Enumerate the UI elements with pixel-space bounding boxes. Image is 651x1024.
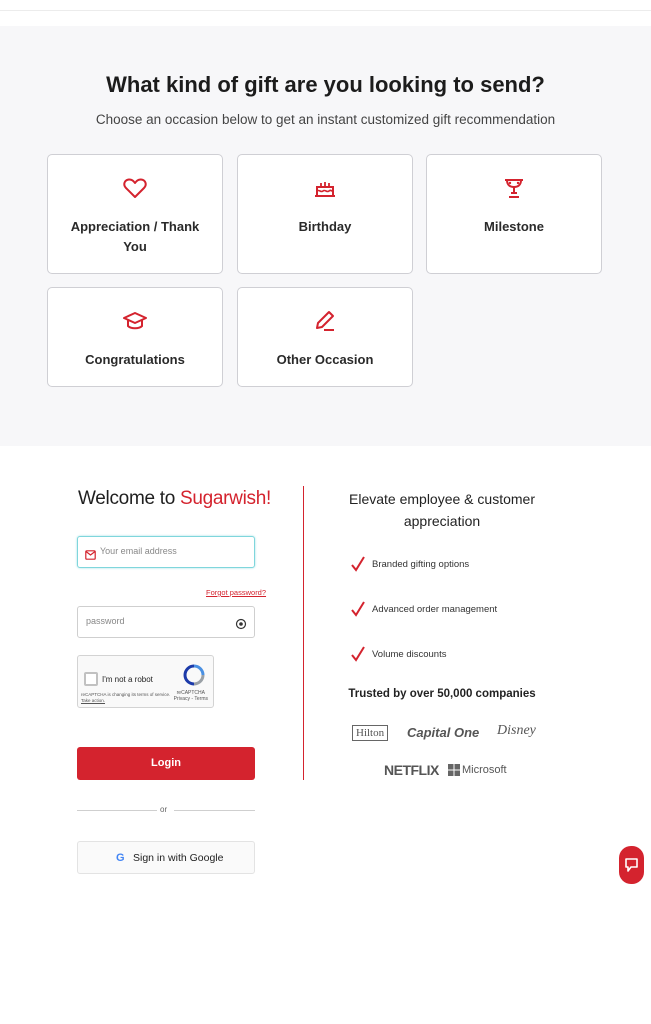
gift-section-subtitle: Choose an occasion below to get an insta… [95,112,556,127]
recaptcha-label: I'm not a robot [102,675,153,684]
gift-section-title: What kind of gift are you looking to sen… [106,72,545,97]
recaptcha-brand: reCAPTCHA Privacy - Terms [174,690,208,702]
occasion-label: Congratulations [85,352,185,367]
brand-name: Sugarwish! [179,488,271,509]
benefit-label: Advanced order management [372,604,498,615]
microsoft-logo-icon [448,763,460,776]
recaptcha-notice-text: reCAPTCHA is changing its terms of servi… [81,692,171,697]
google-signin-label: Sign in with Google [133,852,224,864]
hilton-logo: Hilton [352,725,389,741]
forgot-password-link[interactable]: Forgot password? [206,588,266,597]
vertical-divider [303,486,304,780]
promo-heading: Elevate employee & customer appreciation [349,491,535,529]
pencil-icon [238,310,412,334]
login-button[interactable]: Login [77,747,255,780]
or-divider-right [174,810,255,811]
microsoft-logo: Microsoft [462,764,507,776]
mail-icon [85,547,96,565]
recaptcha-widget: I'm not a robot reCAPTCHA is changing it… [77,655,214,708]
or-divider-left [77,810,157,811]
trusted-text: Trusted by over 50,000 companies [348,688,536,700]
recaptcha-icon [183,664,205,691]
occasion-card-congratulations[interactable]: Congratulations [47,287,223,387]
benefit-label: Branded gifting options [372,559,470,570]
password-field[interactable]: password [77,606,255,638]
checkmark-icon [351,601,365,617]
recaptcha-take-action[interactable]: Take action. [81,698,105,703]
chat-icon [624,857,639,878]
occasion-card-appreciation[interactable]: Appreciation / Thank You [47,154,223,274]
recaptcha-notice: reCAPTCHA is changing its terms of servi… [81,692,170,704]
disney-logo: Disney [497,723,536,738]
occasion-label: Other Occasion [276,352,374,367]
checkmark-icon [351,556,365,572]
checkmark-icon [351,646,365,662]
eye-icon[interactable] [235,617,247,635]
password-placeholder: password [86,616,125,626]
email-placeholder: Your email address [100,546,177,556]
occasion-card-birthday[interactable]: Birthday [237,154,413,274]
recaptcha-checkbox[interactable] [84,672,98,686]
top-nav-strip [0,0,651,11]
chat-button[interactable] [619,846,644,884]
benefit-label: Volume discounts [372,649,447,660]
google-icon: G [116,852,125,864]
netflix-logo: NETFLIX [384,762,439,778]
login-title: Welcome to Sugarwish! [78,488,271,510]
recaptcha-links[interactable]: Privacy - Terms [174,696,208,702]
graduation-cap-icon [48,310,222,334]
google-signin-button[interactable]: G Sign in with Google [77,841,255,874]
welcome-text: Welcome to [78,488,175,509]
occasion-card-other[interactable]: Other Occasion [237,287,413,387]
occasion-card-milestone[interactable]: Milestone [426,154,602,274]
cake-icon [238,177,412,201]
or-text: or [160,805,168,814]
occasion-label: Appreciation / Thank You [70,219,200,254]
email-field[interactable]: Your email address [77,536,255,568]
occasion-label: Milestone [484,219,544,234]
occasion-label: Birthday [298,219,352,234]
heart-icon [48,177,222,201]
capital-one-logo: Capital One [407,725,480,740]
trophy-icon [427,177,601,201]
